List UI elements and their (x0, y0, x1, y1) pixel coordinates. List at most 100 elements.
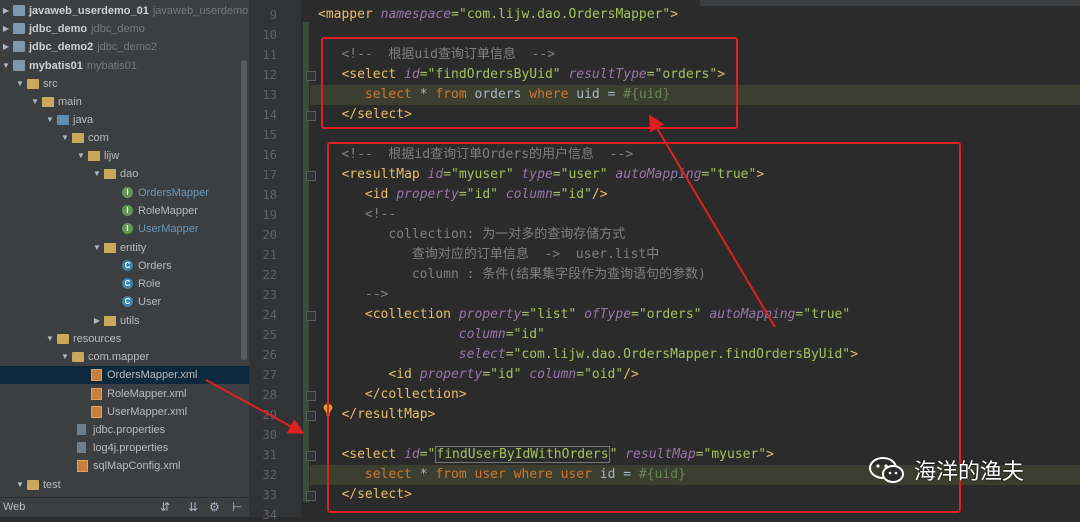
interface-icon: I (122, 223, 133, 234)
expand-arrow-icon[interactable]: ▼ (1, 57, 11, 75)
tree-folder-resources[interactable]: ▼ resources (0, 330, 249, 348)
fold-marker-icon[interactable] (306, 311, 316, 321)
tree-class-orders[interactable]: C Orders (0, 257, 249, 275)
code-token: namespace (380, 7, 452, 22)
fold-marker-icon[interactable] (306, 71, 316, 81)
tree-interface-usermapper[interactable]: I UserMapper (0, 220, 249, 238)
code-line[interactable]: <mapper namespace="com.lijw.dao.OrdersMa… (310, 5, 1080, 25)
tree-file-sqlmapconfig-xml[interactable]: sqlMapConfig.xml (0, 457, 249, 475)
module-path-label: jdbc_demo (91, 23, 145, 35)
tree-item-label: UserMapper (138, 223, 199, 235)
watermark-text: 海洋的渔夫 (914, 460, 1025, 485)
tree-item-label: com.mapper (88, 351, 150, 363)
tree-item-label: src (43, 78, 58, 90)
fold-marker-icon[interactable] (306, 411, 316, 421)
annotation-box-select (321, 37, 738, 129)
tree-file-rolemapper-xml[interactable]: RoleMapper.xml (0, 385, 249, 403)
tree-package-dao[interactable]: ▼ dao (0, 165, 249, 183)
folder-icon (42, 97, 54, 107)
collapse-icon[interactable]: ⇵ (160, 500, 170, 514)
tree-module-mybatis01[interactable]: ▼ mybatis01 mybatis01 (0, 57, 249, 75)
tree-package-utils[interactable]: ▶ utils (0, 312, 249, 330)
xml-file-icon (91, 388, 102, 400)
tree-interface-rolemapper[interactable]: I RoleMapper (0, 202, 249, 220)
tree-folder-test[interactable]: ▼ test (0, 476, 249, 494)
tree-item-label: sqlMapConfig.xml (93, 460, 181, 472)
expand-arrow-icon[interactable]: ▼ (15, 476, 25, 494)
line-number: 11 (262, 48, 277, 62)
tree-item-label: User (138, 296, 162, 308)
tree-file-ordersmapper-xml[interactable]: OrdersMapper.xml (0, 366, 249, 384)
line-number: 12 (262, 68, 277, 82)
tree-file-jdbc-properties[interactable]: jdbc.properties (0, 421, 249, 439)
line-number: 15 (262, 128, 277, 142)
tree-folder-java[interactable]: ▼ java (0, 111, 249, 129)
tree-module-jdbc-demo[interactable]: ▶ jdbc_demo jdbc_demo (0, 20, 249, 38)
fold-marker-icon[interactable] (306, 451, 316, 461)
line-number: 25 (262, 328, 277, 342)
tree-scrollbar[interactable] (241, 60, 247, 360)
fold-marker-icon[interactable] (306, 391, 316, 401)
expand-arrow-icon[interactable]: ▼ (92, 165, 102, 183)
interface-icon: I (122, 187, 133, 198)
expand-arrow-icon[interactable]: ▼ (45, 330, 55, 348)
tree-item-label: OrdersMapper.xml (107, 369, 198, 381)
folder-icon (27, 480, 39, 490)
interface-icon: I (122, 205, 133, 216)
tree-item-label: jdbc.properties (93, 424, 166, 436)
folder-icon (27, 79, 39, 89)
tree-module-javaweb[interactable]: ▶ javaweb_userdemo_01 javaweb_userdemo (0, 2, 249, 20)
tree-folder-src[interactable]: ▼ src (0, 75, 249, 93)
fold-marker-icon[interactable] (306, 111, 316, 121)
class-icon: C (122, 260, 133, 271)
expand-arrow-icon[interactable]: ▼ (92, 239, 102, 257)
tree-class-role[interactable]: C Role (0, 275, 249, 293)
tree-file-usermapper-xml[interactable]: UserMapper.xml (0, 403, 249, 421)
tree-interface-ordersmapper[interactable]: I OrdersMapper (0, 184, 249, 202)
expand-arrow-icon[interactable]: ▼ (30, 93, 40, 111)
line-number: 22 (262, 268, 277, 282)
module-icon (13, 41, 25, 52)
line-number: 17 (262, 168, 277, 182)
fold-marker-icon[interactable] (306, 171, 316, 181)
folder-icon (72, 352, 84, 362)
collapse-arrow-icon[interactable]: ▶ (1, 38, 11, 56)
tree-package-lijw[interactable]: ▼ lijw (0, 147, 249, 165)
module-icon (13, 23, 25, 34)
tree-item-label: UserMapper.xml (107, 406, 188, 418)
collapse-arrow-icon[interactable]: ▶ (1, 20, 11, 38)
tree-package-com[interactable]: ▼ com (0, 129, 249, 147)
tree-folder-main[interactable]: ▼ main (0, 93, 249, 111)
project-tree-panel: ▶ javaweb_userdemo_01 javaweb_userdemo ▶ jdb… (0, 0, 249, 517)
tree-file-log4j-properties[interactable]: log4j.properties (0, 439, 249, 457)
tree-package-entity[interactable]: ▼ entity (0, 239, 249, 257)
tree-module-jdbc-demo2[interactable]: ▶ jdbc_demo2 jdbc_demo2 (0, 38, 249, 56)
tree-class-user[interactable]: C User (0, 293, 249, 311)
tree-item-label: resources (73, 333, 122, 345)
fold-marker-icon[interactable] (306, 491, 316, 501)
collapse-all-icon[interactable]: ⇊ (188, 500, 198, 514)
hide-panel-icon[interactable]: ⊢ (232, 500, 242, 514)
web-tab-label[interactable]: Web (3, 501, 25, 513)
module-icon (13, 5, 25, 16)
tree-item-label: log4j.properties (93, 442, 169, 454)
expand-arrow-icon[interactable]: ▼ (15, 75, 25, 93)
expand-arrow-icon[interactable]: ▼ (60, 129, 70, 147)
gear-icon[interactable]: ⚙ (209, 500, 220, 514)
line-number: 34 (262, 508, 277, 522)
tree-item-label: test (43, 479, 61, 491)
annotation-box-resultmap (327, 142, 961, 513)
tree-item-label: jdbc_demo2 jdbc_demo2 (29, 41, 158, 53)
expand-arrow-icon[interactable]: ▼ (45, 111, 55, 129)
properties-file-icon (77, 424, 86, 435)
line-number: 27 (262, 368, 277, 382)
tree-item-label: Orders (138, 260, 172, 272)
expand-arrow-icon[interactable]: ▼ (76, 147, 86, 165)
collapse-arrow-icon[interactable]: ▶ (1, 2, 11, 20)
line-number: 13 (262, 88, 277, 102)
collapse-arrow-icon[interactable]: ▶ (92, 312, 102, 330)
tree-item-label: dao (120, 168, 139, 180)
xml-file-icon (77, 460, 88, 472)
tree-folder-com-mapper[interactable]: ▼ com.mapper (0, 348, 249, 366)
expand-arrow-icon[interactable]: ▼ (60, 348, 70, 366)
